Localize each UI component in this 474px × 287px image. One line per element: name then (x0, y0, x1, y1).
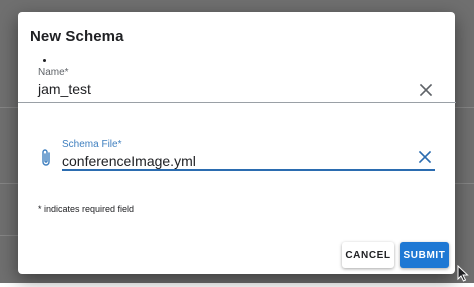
scroll-indicator-dot (43, 59, 46, 62)
name-field-label: Name* (38, 67, 69, 78)
schema-file-clear-button[interactable] (417, 149, 433, 165)
paperclip-icon (39, 148, 53, 168)
background-divider (455, 183, 474, 184)
mouse-cursor-icon (457, 264, 469, 282)
schema-file-field[interactable]: Schema File* conferenceImage.yml (62, 139, 435, 171)
close-icon (419, 83, 433, 97)
submit-button[interactable]: SUBMIT (400, 242, 449, 268)
background-divider (0, 183, 18, 184)
name-field[interactable]: Name* jam_test (18, 67, 456, 103)
schema-file-label: Schema File* (62, 139, 122, 150)
background-divider (0, 107, 18, 108)
schema-file-underline (62, 169, 435, 171)
required-field-note: * indicates required field (38, 204, 135, 214)
name-clear-button[interactable] (418, 82, 434, 98)
schema-file-input[interactable]: conferenceImage.yml (62, 153, 196, 169)
dialog-title: New Schema (30, 28, 124, 45)
background-divider (455, 107, 474, 108)
name-input[interactable]: jam_test (38, 81, 91, 97)
new-schema-dialog: New Schema Name* jam_test Schema File* c… (18, 12, 456, 274)
cancel-button[interactable]: CANCEL (342, 242, 394, 268)
background-divider (0, 235, 18, 236)
name-field-underline (18, 102, 456, 103)
close-icon (418, 150, 432, 164)
